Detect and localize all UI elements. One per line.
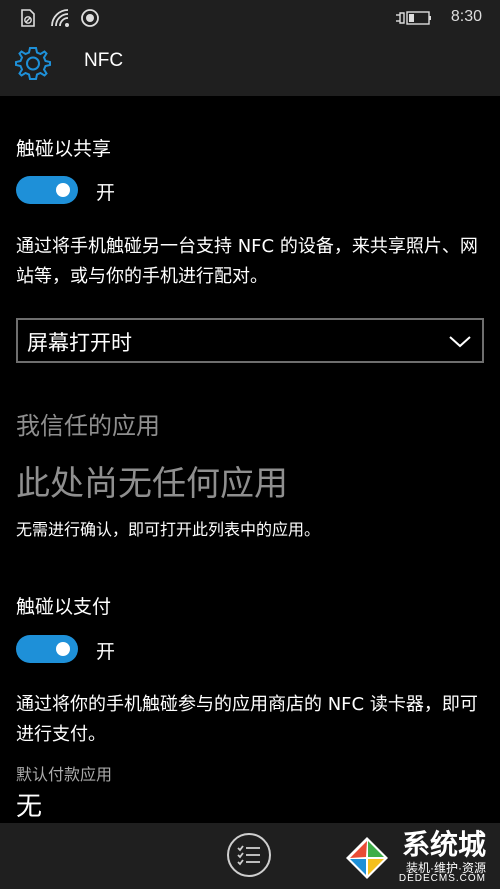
tap-to-pay-toggle[interactable]: [16, 635, 78, 663]
trusted-apps-note: 无需进行确认，即可打开此列表中的应用。: [16, 520, 321, 539]
default-payment-value[interactable]: 无: [16, 786, 42, 823]
battery-charging-icon: [396, 11, 431, 25]
trusted-apps-title: 我信任的应用: [16, 412, 160, 440]
tap-to-pay-label: 触碰以支付: [16, 596, 112, 618]
dropdown-selected-value: 屏幕打开时: [27, 331, 132, 355]
status-time: 8:30: [450, 8, 482, 25]
location-icon: [81, 9, 99, 27]
tap-to-share-toggle-state: 开: [96, 182, 116, 204]
page-title: NFC: [84, 50, 124, 71]
share-when-dropdown[interactable]: 屏幕打开时: [16, 318, 484, 363]
no-sim-icon: [21, 9, 35, 27]
watermark: 系统城 装机·维护·资源 DEDECMS.COM: [344, 829, 494, 885]
status-bar: 8:30: [0, 0, 500, 36]
bottom-app-bar: 系统城 装机·维护·资源 DEDECMS.COM: [0, 823, 500, 889]
watermark-brand: 系统城: [401, 829, 486, 860]
tap-to-share-toggle[interactable]: [16, 176, 78, 204]
trusted-apps-empty: 此处尚无任何应用: [16, 464, 288, 504]
toggle-knob: [56, 183, 70, 197]
windows-logo-icon: [346, 837, 388, 879]
tap-to-pay-description: 通过将你的手机触碰参与的应用商店的 NFC 读卡器，即可进行支付。: [16, 694, 478, 745]
toggle-knob: [56, 642, 70, 656]
app-header: NFC: [0, 36, 500, 96]
wifi-icon: [51, 9, 69, 27]
settings-content[interactable]: 触碰以共享 开 通过将手机触碰另一台支持 NFC 的设备，来共享照片、网站等，或…: [0, 96, 500, 823]
list-icon: [237, 845, 260, 866]
watermark-site: DEDECMS.COM: [398, 873, 486, 884]
tap-to-share-label: 触碰以共享: [16, 138, 112, 160]
select-list-button[interactable]: [227, 833, 271, 877]
tap-to-share-description: 通过将手机触碰另一台支持 NFC 的设备，来共享照片、网站等，或与你的手机进行配…: [16, 236, 478, 287]
gear-icon: [15, 47, 51, 80]
tap-to-pay-toggle-state: 开: [96, 641, 116, 663]
default-payment-label: 默认付款应用: [16, 765, 113, 784]
chevron-down-icon: [449, 336, 471, 348]
